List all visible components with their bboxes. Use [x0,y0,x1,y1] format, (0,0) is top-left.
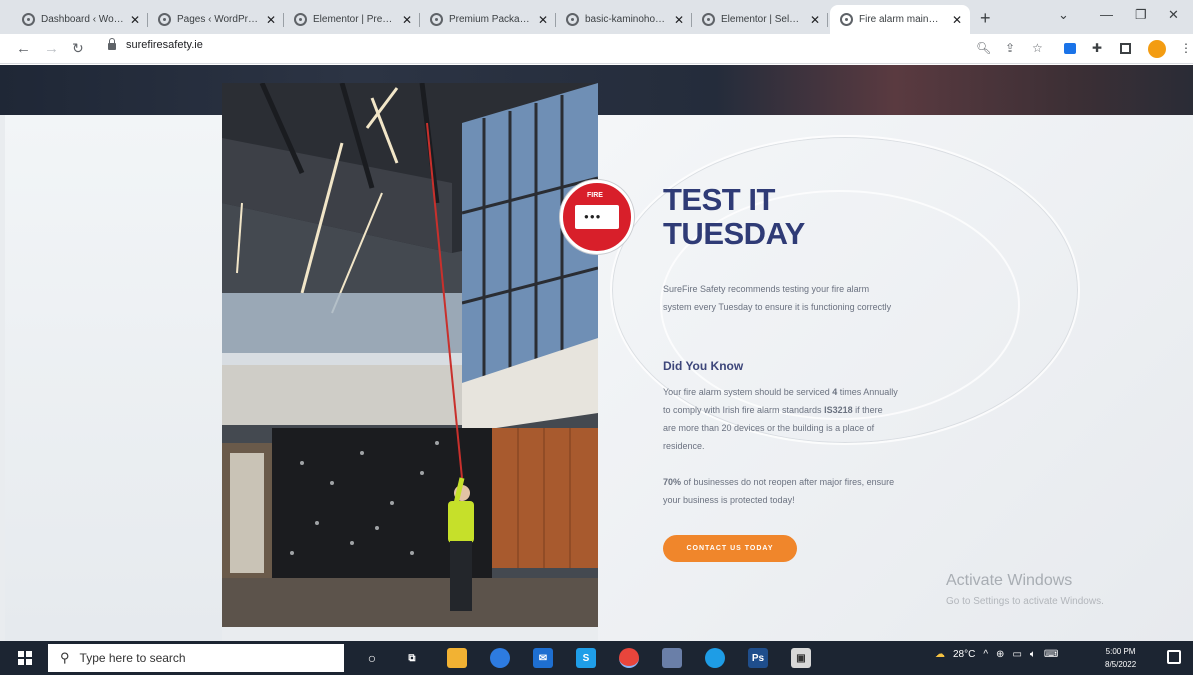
windows-start-icon[interactable] [18,651,32,665]
tab-fire-alarm[interactable]: Fire alarm main… ✕ [830,5,970,34]
battery-icon[interactable]: ▭ [1012,649,1021,660]
tab-basic-kaminoho[interactable]: basic-kaminoho… ✕ [556,5,692,34]
menu-kebab-icon[interactable]: ⋮ [1180,41,1192,55]
globe-icon [158,13,171,26]
tab-title: Dashboard ‹ Wo… [41,14,124,25]
service-text-a: Your fire alarm system should be service… [663,387,833,397]
title-line-1: TEST IT [663,182,775,217]
browser-tab-bar: Dashboard ‹ Wo… ✕ Pages ‹ WordPr… ✕ Elem… [0,0,1193,34]
search-placeholder: Type here to search [79,651,186,665]
close-tab-icon[interactable]: ✕ [538,13,548,27]
notepad-icon[interactable] [662,648,682,668]
weather-icon[interactable]: ☁ [935,649,945,660]
web-page: FIRE ●●● TEST IT TUESDAY SureFire Safety… [0,65,1193,641]
tab-dashboard[interactable]: Dashboard ‹ Wo… ✕ [12,5,148,34]
stat-text: of businesses do not reopen after major … [663,477,895,505]
globe-icon [840,13,853,26]
language-icon[interactable]: ⌨ [1044,649,1058,660]
tab-elementor-sel[interactable]: Elementor | Sel… ✕ [692,5,828,34]
extension-icon[interactable] [1064,43,1076,54]
fire-call-point-badge: FIRE ●●● [560,180,634,254]
taskbar-search-box[interactable]: ⚲ Type here to search [48,644,344,672]
lock-icon[interactable] [108,37,116,50]
bookmark-star-icon[interactable]: ☆ [1032,41,1043,55]
edge-icon[interactable] [705,648,725,668]
url-text[interactable]: surefiresafety.ie [126,39,203,51]
browser-toolbar: ← → ↻ surefiresafety.ie 🔍︎ ⇪ ☆ ✚ ⋮ [0,34,1193,64]
share-icon[interactable]: ⇪ [1005,41,1015,55]
new-tab-button[interactable]: + [980,8,991,29]
close-tab-icon[interactable]: ✕ [402,13,412,27]
intro-paragraph: SureFire Safety recommends testing your … [663,284,892,312]
mail-icon[interactable]: ✉ [533,648,553,668]
tab-premium-package[interactable]: Premium Packa… ✕ [420,5,556,34]
task-view-icon[interactable]: ⧉ [402,648,422,668]
clock-time: 5:00 PM [1105,647,1136,656]
globe-icon [566,13,579,26]
back-icon[interactable]: ← [16,40,31,57]
reload-icon[interactable]: ↻ [72,40,84,57]
activate-windows-subtitle: Go to Settings to activate Windows. [946,596,1104,607]
tab-pages[interactable]: Pages ‹ WordPr… ✕ [148,5,284,34]
activate-windows-title: Activate Windows [946,572,1073,589]
contact-us-button[interactable]: CONTACT US TODAY [663,535,797,562]
globe-icon [430,13,443,26]
restore-icon[interactable]: ❐ [1135,7,1147,23]
system-tray: ☁ 28°C ^ ⊕ ▭ 🔈︎ ⌨ [935,649,1058,660]
close-window-icon[interactable]: ✕ [1168,7,1179,23]
store-icon[interactable]: ▣ [791,648,811,668]
network-icon[interactable]: ⊕ [996,649,1004,660]
clock-date: 8/5/2022 [1105,660,1137,669]
close-tab-icon[interactable]: ✕ [130,13,140,27]
file-explorer-icon[interactable] [447,648,467,668]
weather-temp[interactable]: 28°C [953,649,975,660]
stat-bold: 70% [663,477,682,487]
skype-icon[interactable]: S [576,648,596,668]
puzzle-extensions-icon[interactable]: ✚ [1092,41,1102,55]
badge-label: FIRE [587,192,603,199]
globe-icon [22,13,35,26]
zoom-icon[interactable]: 🔍︎ [976,41,991,55]
stat-paragraph: 70% of businesses do not reopen after ma… [663,473,898,509]
title-line-2: TUESDAY [663,216,805,251]
tab-title: basic-kaminoho… [585,14,666,25]
close-tab-icon[interactable]: ✕ [810,13,820,27]
chrome-icon[interactable] [619,648,639,668]
globe-icon [294,13,307,26]
close-tab-icon[interactable]: ✕ [266,13,276,27]
clock[interactable]: 5:00 PM 8/5/2022 [1105,645,1136,671]
tab-title: Elementor | Pre… [313,14,393,25]
minimize-icon[interactable]: — [1100,7,1113,22]
atrium-illustration [222,83,598,627]
tab-title: Premium Packa… [449,14,530,25]
tab-title: Fire alarm main… [859,14,939,25]
left-background [5,115,222,641]
tab-search-icon[interactable]: ⌄ [1058,7,1069,23]
address-bar[interactable]: surefiresafety.ie [108,37,203,51]
paint-icon[interactable] [490,648,510,668]
tray-chevron-icon[interactable]: ^ [983,649,988,660]
windows-taskbar: ⚲ Type here to search ○ ⧉ ✉ S Ps ▣ ☁ 28°… [0,641,1193,675]
page-title: TEST IT TUESDAY [663,183,805,251]
call-point-dots: ●●● [584,212,602,221]
tab-elementor-pre[interactable]: Elementor | Pre… ✕ [284,5,420,34]
photoshop-icon[interactable]: Ps [748,648,768,668]
service-bold-is3218: IS3218 [824,405,853,415]
service-paragraph: Your fire alarm system should be service… [663,383,898,455]
search-icon: ⚲ [60,650,70,665]
close-tab-icon[interactable]: ✕ [674,13,684,27]
forward-icon[interactable]: → [44,40,59,57]
globe-icon [702,13,715,26]
did-you-know-heading: Did You Know [663,359,744,373]
volume-icon[interactable]: 🔈︎ [1030,649,1036,660]
side-panel-icon[interactable] [1120,43,1131,54]
tab-title: Elementor | Sel… [721,14,800,25]
profile-avatar[interactable] [1148,40,1166,58]
technician-photo [222,83,598,627]
cortana-icon[interactable]: ○ [362,648,382,668]
notification-icon[interactable] [1167,650,1181,664]
tab-title: Pages ‹ WordPr… [177,14,258,25]
close-tab-icon[interactable]: ✕ [952,13,962,27]
